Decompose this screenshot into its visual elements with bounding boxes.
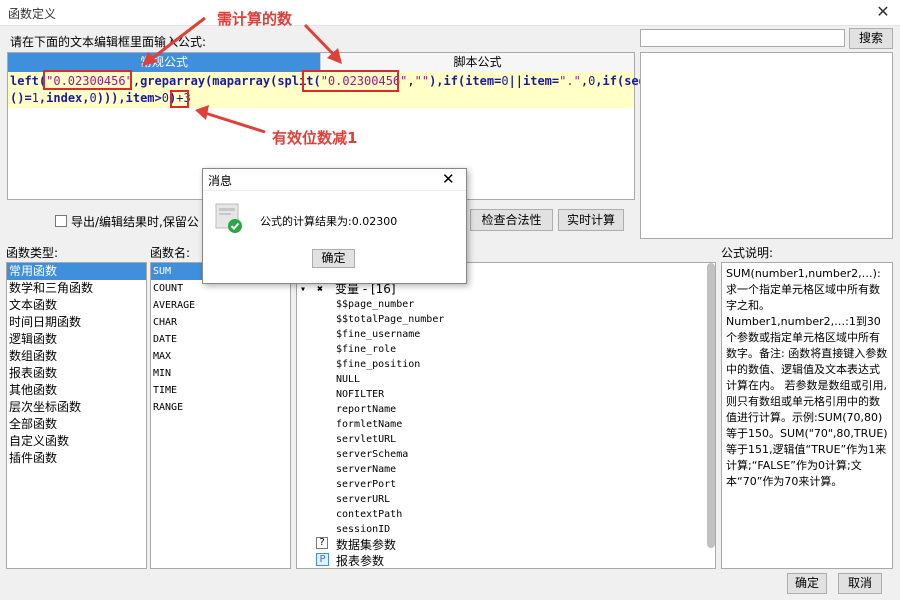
annotation-arrows bbox=[142, 16, 342, 134]
arrow-to-left-arg bbox=[149, 16, 206, 62]
arrow-to-split-arg bbox=[303, 23, 337, 58]
arrow-to-plus3 bbox=[204, 111, 266, 134]
arrowhead-plus3 bbox=[195, 105, 209, 120]
